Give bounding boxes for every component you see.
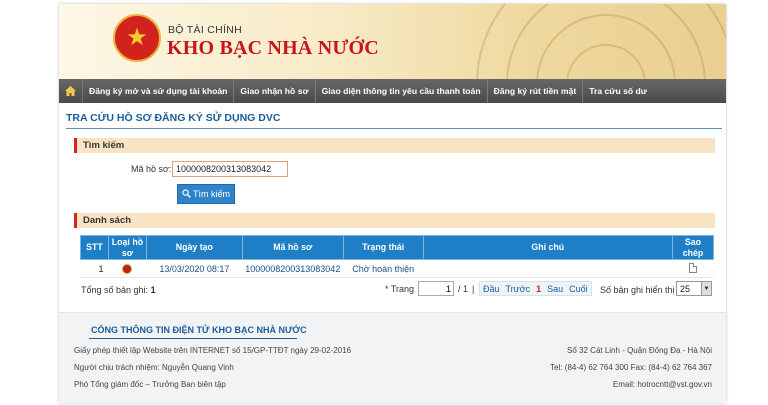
rows-per-page-label: Số bản ghi hiển thị — [600, 285, 675, 295]
rows-per-page-value: 25 — [680, 283, 691, 294]
total-value: 1 — [150, 285, 156, 295]
footer-responsible: Người chịu trách nhiệm: Nguyễn Quang Vin… — [74, 363, 234, 372]
footer: CỔNG THÔNG TIN ĐIỆN TỬ KHO BẠC NHÀ NƯỚC … — [59, 312, 726, 403]
list-section-label: Danh sách — [83, 215, 132, 226]
nav-item-dang-ky-tai-khoan[interactable]: Đăng ký mở và sử dụng tài khoản — [83, 79, 235, 103]
pager-next[interactable]: Sau — [544, 284, 566, 294]
cell-ghi-chu — [423, 259, 673, 278]
main-nav: Đăng ký mở và sử dụng tài khoản Giao nhậ… — [59, 79, 726, 103]
search-section-label: Tìm kiếm — [83, 140, 125, 151]
page-title: TRA CỨU HỒ SƠ ĐĂNG KÝ SỬ DỤNG DVC — [66, 112, 281, 124]
search-button[interactable]: Tìm kiếm — [177, 184, 235, 204]
page-jump: * Trang / 1 | — [385, 281, 474, 296]
search-button-label: Tìm kiếm — [193, 189, 230, 199]
footer-title[interactable]: CỔNG THÔNG TIN ĐIỆN TỬ KHO BẠC NHÀ NƯỚC — [91, 325, 307, 335]
col-loai-ho-so: Loại hồ sơ — [107, 235, 147, 260]
results-table: STT Loại hồ sơ Ngày tạo Mã hồ sơ Trạng t… — [80, 235, 715, 278]
pager-current[interactable]: 1 — [533, 284, 544, 294]
footer-license: Giấy phép thiết lập Website trên INTERNE… — [74, 346, 352, 355]
pagination: Đầu Trước 1 Sau Cuối — [479, 281, 592, 296]
org-subtitle: BỘ TÀI CHÍNH — [168, 24, 242, 36]
copy-icon[interactable] — [688, 262, 697, 273]
footer-address: Số 32 Cát Linh - Quận Đống Đa - Hà Nội — [567, 346, 712, 355]
pager-prev[interactable]: Trước — [503, 284, 534, 294]
chevron-down-icon[interactable]: ▼ — [701, 282, 711, 295]
ma-ho-so-label: Mã hồ sơ: — [131, 164, 172, 174]
page-label: * Trang — [385, 283, 415, 294]
col-trang-thai: Trạng thái — [342, 235, 424, 260]
org-title: KHO BẠC NHÀ NƯỚC — [167, 37, 379, 59]
title-divider — [66, 128, 722, 129]
cell-ma-ho-so[interactable]: 1000008200313083042 — [242, 259, 344, 278]
col-stt: STT — [80, 235, 109, 260]
col-ngay-tao: Ngày tạo — [145, 235, 243, 260]
page-total: / 1 — [458, 283, 469, 294]
nav-item-tra-cuu-so-du[interactable]: Tra cứu số dư — [583, 79, 653, 103]
total-records: Tổng số bản ghi: 1 — [81, 285, 156, 295]
bronze-drum-decoration — [456, 4, 726, 79]
col-sao-chep: Sao chép — [671, 235, 715, 260]
cell-loai-ho-so — [108, 259, 147, 278]
ma-ho-so-input[interactable] — [172, 161, 288, 177]
list-section-header: Danh sách — [74, 213, 715, 228]
cell-stt: 1 — [80, 259, 109, 278]
table-row[interactable]: 1 13/03/2020 08:17 1000008200313083042 C… — [80, 259, 714, 278]
col-ghi-chu: Ghi chú — [422, 235, 673, 260]
cell-ngay-tao[interactable]: 13/03/2020 08:17 — [146, 259, 243, 278]
total-label: Tổng số bản ghi: — [81, 285, 149, 295]
header-banner: ★ BỘ TÀI CHÍNH KHO BẠC NHÀ NƯỚC — [59, 4, 726, 79]
footer-divider — [89, 338, 297, 339]
home-icon[interactable] — [59, 79, 83, 103]
footer-email[interactable]: Email: hotrocntt@vst.gov.vn — [613, 380, 712, 389]
search-icon — [182, 188, 191, 200]
pager-separator: | — [472, 283, 475, 294]
nav-item-yeu-cau-thanh-toan[interactable]: Giao diện thông tin yêu cầu thanh toán — [316, 79, 488, 103]
pager-first[interactable]: Đầu — [480, 284, 503, 294]
page-frame: ★ BỘ TÀI CHÍNH KHO BẠC NHÀ NƯỚC Đăng ký … — [59, 4, 726, 403]
treasury-logo-icon[interactable]: ★ — [113, 14, 161, 62]
col-ma-ho-so: Mã hồ sơ — [241, 235, 344, 260]
table-header-row: STT Loại hồ sơ Ngày tạo Mã hồ sơ Trạng t… — [80, 235, 715, 260]
nav-item-rut-tien-mat[interactable]: Đăng ký rút tiền mặt — [488, 79, 584, 103]
cell-sao-chep — [672, 259, 714, 278]
pager-last[interactable]: Cuối — [566, 284, 591, 294]
footer-position: Phó Tổng giám đốc – Trưởng Ban biên tập — [74, 380, 226, 389]
search-section-header: Tìm kiếm — [74, 138, 715, 153]
page-number-input[interactable] — [418, 281, 455, 296]
record-type-icon — [122, 263, 133, 274]
rows-per-page-select[interactable]: 25 ▼ — [676, 281, 712, 296]
footer-phone: Tel: (84-4) 62 764 300 Fax: (84-4) 62 76… — [550, 363, 712, 372]
nav-item-giao-nhan-ho-so[interactable]: Giao nhận hồ sơ — [234, 79, 316, 103]
cell-trang-thai[interactable]: Chờ hoàn thiện — [343, 259, 424, 278]
